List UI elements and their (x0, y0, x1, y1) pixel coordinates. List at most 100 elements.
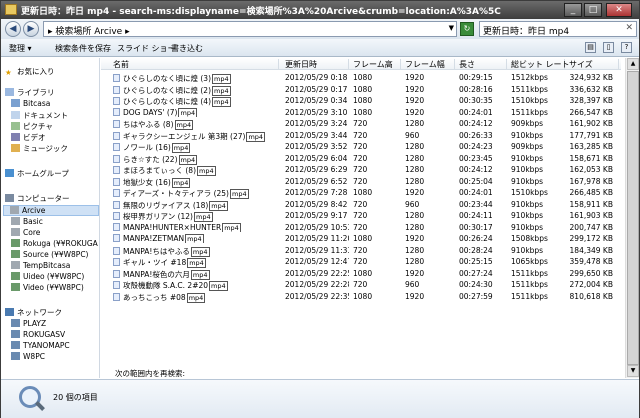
file-name-cell[interactable]: ギャル・ツイ #18 mp4 (113, 257, 281, 268)
table-row[interactable]: ギャラクシーエンジェル 第3期 (27) mp4 2012/05/29 3:44 72… (101, 130, 621, 142)
file-name-cell[interactable]: ギャラクシーエンジェル 第3期 (27) mp4 (113, 131, 281, 142)
address-field[interactable]: ▸ 検索場所 Arcive ▸ ▼ (43, 21, 457, 37)
nav-drive-source[interactable]: Source (¥¥W8PC) (11, 250, 89, 261)
video-file-icon (113, 143, 120, 151)
nav-library[interactable]: ライブラリ (5, 87, 55, 98)
title-bar[interactable]: 更新日時：昨日 mp4 - search-ms:displayname=検索場所… (1, 1, 639, 19)
file-name-cell[interactable]: MANPA!ZETMAN mp4 (113, 234, 281, 243)
nav-drive-video[interactable]: Video (¥¥W8PC) (11, 283, 84, 294)
nav-lib-pictures[interactable]: ピクチャ (11, 121, 53, 132)
nav-lib-music[interactable]: ミュージック (11, 143, 68, 154)
scroll-up-icon[interactable]: ▲ (627, 58, 639, 70)
clear-search-icon[interactable]: ✕ (625, 23, 633, 33)
view-options-icon[interactable]: ▤ (585, 42, 596, 53)
nav-favorites[interactable]: ★ お気に入り (5, 66, 55, 77)
table-row[interactable]: ノワール (16) mp4 2012/05/29 3:52 720 1280 00:24:… (101, 141, 621, 153)
scroll-down-icon[interactable]: ▼ (627, 365, 639, 377)
col-date[interactable]: 更新日時 (281, 59, 349, 70)
maximize-button[interactable]: □ (584, 3, 602, 17)
chevron-down-icon[interactable]: ▼ (449, 24, 454, 32)
search-input[interactable]: 更新日時：昨日 mp4 ✕ (479, 21, 637, 37)
table-row[interactable]: DOG DAYS' (7) mp4 2012/05/29 3:10 1080 1920 0… (101, 107, 621, 118)
file-name-cell[interactable]: MANPA!ちはやふる mp4 (113, 246, 281, 257)
file-name-cell[interactable]: MANPA!桜色の六月 mp4 (113, 269, 281, 280)
file-name-cell[interactable]: MANPA!HUNTER×HUNTER mp4 (113, 222, 281, 232)
nav-drive-tempbitcasa[interactable]: TempBitcasa (11, 261, 70, 272)
file-name-cell[interactable]: ちはやふる (8) mp4 (113, 119, 281, 130)
nav-lib-bitcasa[interactable]: Bitcasa (11, 99, 50, 110)
preview-pane-icon[interactable]: ▯ (603, 42, 614, 53)
file-name-cell[interactable]: DOG DAYS' (7) mp4 (113, 107, 281, 117)
file-name-cell[interactable]: ディアーズ・ト々ティアラ (25) mp4 (113, 188, 281, 199)
burn-button[interactable]: 書き込む (171, 43, 203, 54)
file-name-cell[interactable]: まほろまてぃっく (8) mp4 (113, 165, 281, 176)
slideshow-button[interactable]: スライド ショー (117, 43, 176, 54)
col-frame-height[interactable]: フレーム高 (349, 59, 401, 70)
help-icon[interactable]: ? (621, 42, 632, 53)
table-row[interactable]: 攻殻機動隊 S.A.C. 2#20 mp4 2012/05/29 22:28 720 9… (101, 279, 621, 291)
nav-drive-core[interactable]: Core (11, 228, 40, 239)
nav-net-rokugasv[interactable]: ROKUGASV (11, 330, 65, 341)
search-again-label[interactable]: 次の範囲内を再検索: (115, 368, 185, 379)
minimize-button[interactable]: _ (564, 3, 582, 17)
nav-net-w8pc[interactable]: W8PC (11, 352, 45, 363)
breadcrumb[interactable]: ▸ 検索場所 Arcive ▸ (48, 24, 130, 37)
file-name-cell[interactable]: 攻殻機動隊 S.A.C. 2#20 mp4 (113, 280, 281, 291)
save-search-button[interactable]: 検索条件を保存 (55, 43, 111, 54)
table-row[interactable]: ディアーズ・ト々ティアラ (25) mp4 2012/05/29 7:28 1080 1… (101, 187, 621, 199)
file-name-cell[interactable]: ノワール (16) mp4 (113, 142, 281, 153)
nav-drive-arcive[interactable]: Arcive (3, 205, 99, 216)
close-button[interactable]: ✕ (606, 3, 632, 17)
file-name-cell[interactable]: ひぐらしのなく頃に煌 (4) mp4 (113, 96, 281, 107)
file-name-cell[interactable]: らき☆すた (22) mp4 (113, 154, 281, 165)
nav-drive-basic[interactable]: Basic (11, 217, 43, 228)
nav-favorites-label: お気に入り (17, 67, 55, 76)
nav-drive-rokuga[interactable]: Rokuga (¥¥ROKUGA (11, 239, 98, 250)
refresh-button[interactable]: ↻ (460, 22, 474, 36)
nav-computer[interactable]: コンピューター (5, 193, 70, 204)
table-row[interactable]: らき☆すた (22) mp4 2012/05/29 6:04 720 1280 00:23… (101, 153, 621, 165)
table-row[interactable]: まほろまてぃっく (8) mp4 2012/05/29 6:29 720 1280 00:… (101, 164, 621, 176)
cell-date: 2012/05/29 11:20 (285, 234, 349, 243)
cell-rate: 1512kbps (511, 73, 548, 82)
table-row[interactable]: ひぐらしのなく頃に煌 (3) mp4 2012/05/29 0:18 1080 1920… (101, 72, 621, 84)
table-row[interactable]: MANPA!ちはやふる mp4 2012/05/29 11:33 720 1280 00:… (101, 245, 621, 257)
file-name-cell[interactable]: ひぐらしのなく頃に煌 (2) mp4 (113, 85, 281, 96)
nav-drive-uideo[interactable]: Uideo (¥¥W8PC) (11, 272, 84, 283)
table-row[interactable]: 無限のリヴァイアス (18) mp4 2012/05/29 8:42 720 960 00… (101, 199, 621, 211)
file-name-cell[interactable]: ひぐらしのなく頃に煌 (3) mp4 (113, 73, 281, 84)
file-name-cell[interactable]: 地獄少女 (16) mp4 (113, 177, 281, 188)
forward-button[interactable]: ▶ (23, 21, 39, 37)
table-row[interactable]: 地獄少女 (16) mp4 2012/05/29 6:52 720 1280 00:25:… (101, 176, 621, 188)
col-bitrate[interactable]: 総ビット レート (507, 59, 570, 70)
nav-lib-videos[interactable]: ビデオ (11, 132, 46, 143)
table-row[interactable]: MANPA!ZETMAN mp4 2012/05/29 11:20 1080 1920 0… (101, 233, 621, 244)
vertical-scrollbar[interactable]: ▲ ▼ (625, 58, 639, 378)
nav-net-tyanomapc[interactable]: TYANOMAPC (11, 341, 70, 352)
back-button[interactable]: ◀ (5, 21, 21, 37)
table-row[interactable]: あっちこっち #08 mp4 2012/05/29 22:35 1080 1920 00:… (101, 291, 621, 303)
scroll-thumb[interactable] (627, 71, 639, 365)
nav-homegroup[interactable]: ホームグループ (5, 168, 69, 179)
col-size[interactable]: サイズ (565, 59, 619, 70)
table-row[interactable]: ちはやふる (8) mp4 2012/05/29 3:24 720 1280 00:24:… (101, 118, 621, 130)
file-name-cell[interactable]: 桜甲界ガリアン (12) mp4 (113, 211, 281, 222)
table-row[interactable]: MANPA!HUNTER×HUNTER mp4 2012/05/29 10:53 72… (101, 222, 621, 233)
nav-network[interactable]: ネットワーク (5, 307, 62, 318)
file-name-cell[interactable]: 無限のリヴァイアス (18) mp4 (113, 200, 281, 211)
col-length[interactable]: 長さ (455, 59, 507, 70)
table-row[interactable]: ひぐらしのなく頃に煌 (4) mp4 2012/05/29 0:34 1080 1920… (101, 95, 621, 107)
table-row[interactable]: ギャル・ツイ #18 mp4 2012/05/29 12:47 720 1280 00:2… (101, 256, 621, 268)
col-name[interactable]: 名前 (109, 59, 279, 70)
table-row[interactable]: 桜甲界ガリアン (12) mp4 2012/05/29 9:17 720 1280 00:… (101, 210, 621, 222)
cell-h: 720 (353, 199, 368, 209)
col-frame-width[interactable]: フレーム幅 (401, 59, 455, 70)
video-file-icon (113, 154, 120, 163)
table-row[interactable]: ひぐらしのなく頃に煌 (2) mp4 2012/05/29 0:17 1080 1920… (101, 84, 621, 96)
organize-button[interactable]: 整理 ▾ (9, 43, 32, 54)
nav-lib-documents[interactable]: ドキュメント (11, 110, 68, 121)
table-row[interactable]: MANPA!桜色の六月 mp4 2012/05/29 22:25 1080 1920 00… (101, 268, 621, 280)
file-name-cell[interactable]: あっちこっち #08 mp4 (113, 292, 281, 303)
cell-size: 200,747 KB (569, 222, 613, 232)
nav-net-playz[interactable]: PLAYZ (11, 319, 46, 330)
